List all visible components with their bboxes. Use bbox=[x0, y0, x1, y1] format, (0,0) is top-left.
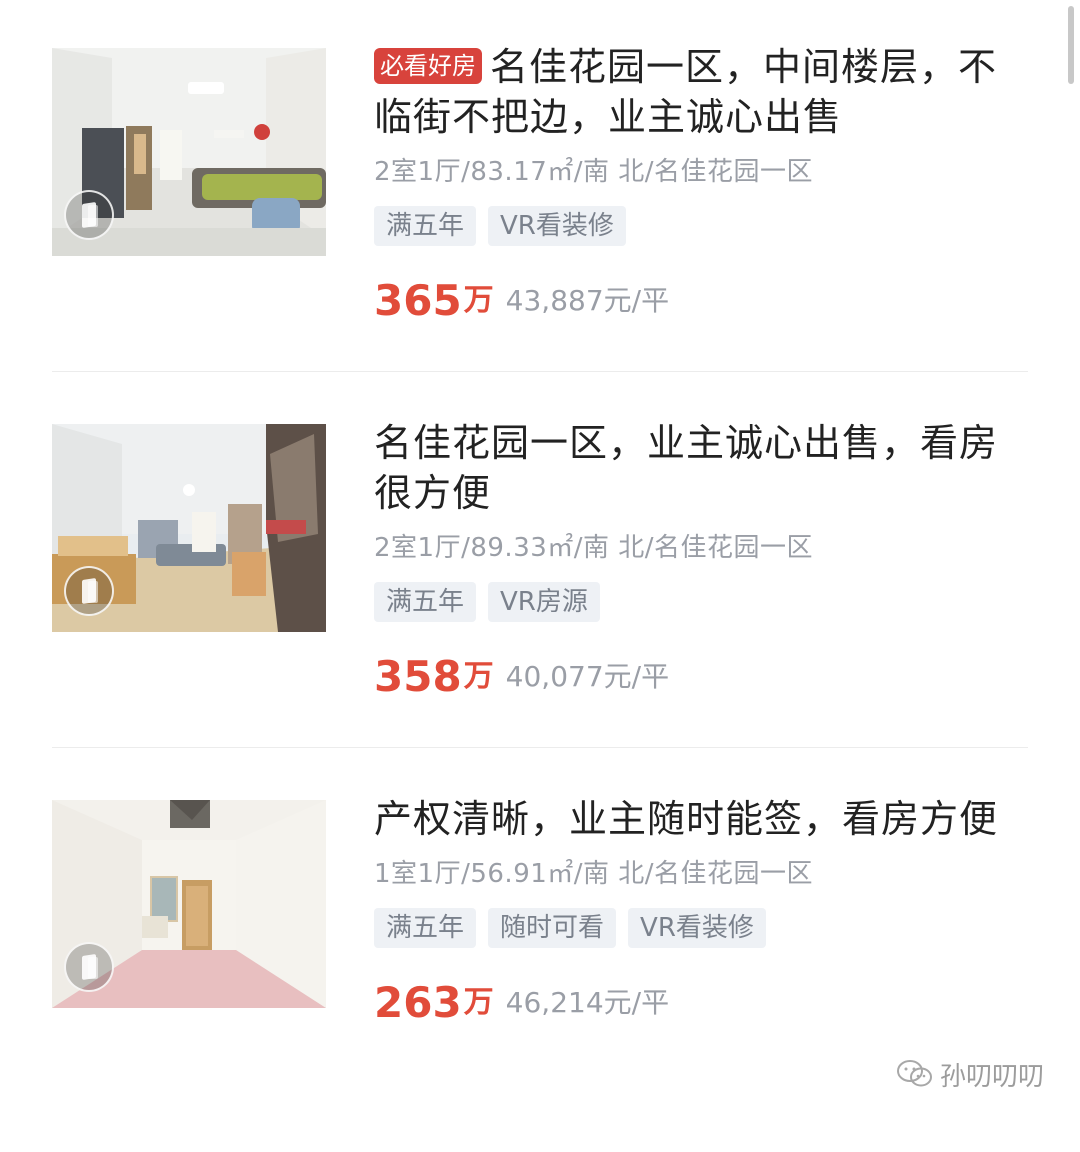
price-total: 263 bbox=[374, 978, 462, 1027]
watermark: 孙叨叨叨 bbox=[896, 1054, 1044, 1094]
price-total: 358 bbox=[374, 652, 462, 701]
wechat-icon bbox=[896, 1060, 932, 1087]
tag: 满五年 bbox=[374, 908, 477, 948]
price-total: 365 bbox=[374, 276, 462, 325]
tag: VR看装修 bbox=[488, 206, 626, 246]
listing-photo[interactable] bbox=[52, 424, 326, 632]
price-per-sqm: 43,887元/平 bbox=[505, 284, 670, 317]
price-row: 263万 46,214元/平 bbox=[374, 978, 1024, 1028]
price-unit: 万 bbox=[463, 985, 494, 1020]
listing-photo[interactable] bbox=[52, 48, 326, 256]
tag: 满五年 bbox=[374, 582, 477, 622]
listing-photo[interactable] bbox=[52, 800, 326, 1008]
price-row: 358万 40,077元/平 bbox=[374, 652, 1024, 702]
tag: VR房源 bbox=[488, 582, 600, 622]
listing-title[interactable]: 名佳花园一区，业主诚心出售，看房很方便 bbox=[374, 418, 1024, 518]
price-per-sqm: 40,077元/平 bbox=[505, 660, 670, 693]
featured-badge: 必看好房 bbox=[374, 48, 482, 84]
scrollbar[interactable] bbox=[1068, 6, 1074, 84]
tag: 随时可看 bbox=[488, 908, 617, 948]
listing-card[interactable]: 必看好房 名佳花园一区，中间楼层，不临街不把边，业主诚心出售 2室1厅/83.17… bbox=[52, 24, 1028, 400]
listing-meta: 2室1厅/83.17㎡/南 北/名佳花园一区 bbox=[374, 157, 814, 187]
listing-info: 名佳花园一区，业主诚心出售，看房很方便 2室1厅/89.33㎡/南 北/名佳花园… bbox=[374, 418, 1024, 702]
listing-info: 产权清晰，业主随时能签，看房方便 1室1厅/56.91㎡/南 北/名佳花园一区 … bbox=[374, 794, 1024, 1028]
price-unit: 万 bbox=[463, 659, 494, 694]
listing-tags: 满五年 VR房源 bbox=[374, 582, 1024, 622]
price-per-sqm: 46,214元/平 bbox=[505, 986, 670, 1019]
tag: 满五年 bbox=[374, 206, 477, 246]
watermark-text: 孙叨叨叨 bbox=[939, 1061, 1044, 1092]
tag: VR看装修 bbox=[628, 908, 766, 948]
price-row: 365万 43,887元/平 bbox=[374, 276, 1024, 326]
listing-meta: 1室1厅/56.91㎡/南 北/名佳花园一区 bbox=[374, 859, 814, 889]
listing-info: 必看好房 名佳花园一区，中间楼层，不临街不把边，业主诚心出售 2室1厅/83.17… bbox=[374, 42, 1024, 326]
price-unit: 万 bbox=[463, 283, 494, 318]
listing-title[interactable]: 必看好房 名佳花园一区，中间楼层，不临街不把边，业主诚心出售 bbox=[374, 42, 1024, 142]
vr-play-icon[interactable] bbox=[64, 190, 114, 240]
divider bbox=[52, 371, 1028, 372]
listing-tags: 满五年 VR看装修 bbox=[374, 206, 1024, 246]
listing-card[interactable]: 名佳花园一区，业主诚心出售，看房很方便 2室1厅/89.33㎡/南 北/名佳花园… bbox=[52, 400, 1028, 776]
divider bbox=[52, 747, 1028, 748]
vr-play-icon[interactable] bbox=[64, 566, 114, 616]
listing-meta: 2室1厅/89.33㎡/南 北/名佳花园一区 bbox=[374, 533, 814, 563]
listing-tags: 满五年 随时可看 VR看装修 bbox=[374, 908, 1024, 948]
listing-title[interactable]: 产权清晰，业主随时能签，看房方便 bbox=[374, 794, 1024, 844]
vr-play-icon[interactable] bbox=[64, 942, 114, 992]
listing-card[interactable]: 产权清晰，业主随时能签，看房方便 1室1厅/56.91㎡/南 北/名佳花园一区 … bbox=[52, 776, 1028, 1152]
